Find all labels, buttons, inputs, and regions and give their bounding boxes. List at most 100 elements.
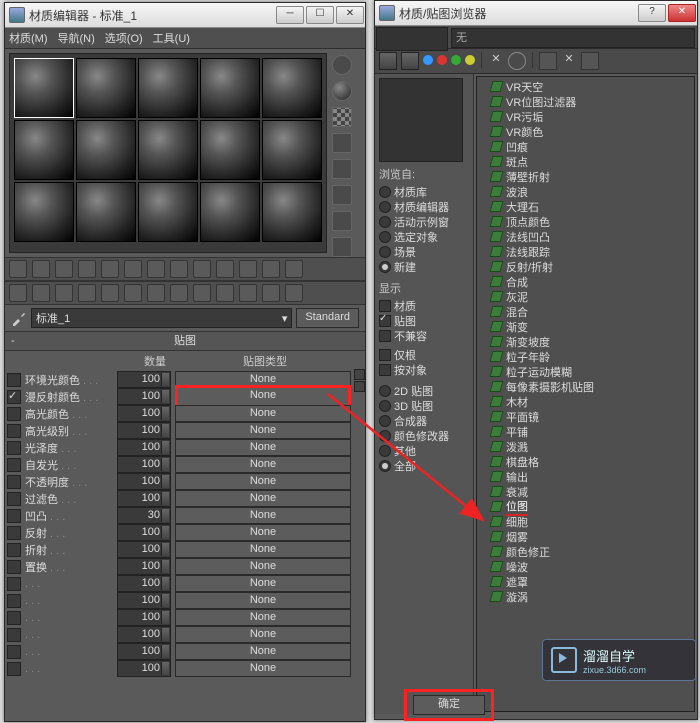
checkbox-option[interactable]: 按对象: [379, 362, 469, 377]
tree-item[interactable]: 大理石: [491, 199, 692, 214]
tool-icon-l[interactable]: [262, 284, 280, 302]
map-checkbox[interactable]: [7, 560, 21, 574]
make-preview-icon[interactable]: [332, 185, 352, 205]
select-by-material-icon[interactable]: [332, 237, 352, 257]
map-amount-spinner[interactable]: 100: [117, 456, 171, 473]
tool-icon-i[interactable]: [193, 284, 211, 302]
map-slot-button[interactable]: None: [175, 626, 351, 643]
sample-slot[interactable]: [138, 182, 198, 242]
radio-option[interactable]: 活动示例窗: [379, 214, 469, 229]
material-id-icon[interactable]: [170, 260, 188, 278]
sample-slot[interactable]: [262, 182, 322, 242]
sample-slot[interactable]: [14, 58, 74, 118]
sample-slot[interactable]: [76, 182, 136, 242]
tree-item[interactable]: 灰泥: [491, 289, 692, 304]
map-amount-spinner[interactable]: 100: [117, 439, 171, 456]
tree-item[interactable]: 渐变: [491, 319, 692, 334]
material-editor-titlebar[interactable]: 材质编辑器 - 标准_1 ─ ☐ ✕: [5, 3, 365, 28]
map-amount-spinner[interactable]: 30: [117, 507, 171, 524]
tool-icon-f[interactable]: [124, 284, 142, 302]
tree-item[interactable]: 漩涡: [491, 589, 692, 604]
map-amount-spinner[interactable]: 100: [117, 371, 171, 388]
checkbox-option[interactable]: 仅根: [379, 347, 469, 362]
browser-titlebar[interactable]: 材质/贴图浏览器 ? ✕: [375, 1, 697, 26]
browser-name-field[interactable]: 无: [451, 28, 695, 48]
close-button[interactable]: ✕: [668, 4, 696, 22]
tree-item[interactable]: 木材: [491, 394, 692, 409]
tool-icon-b[interactable]: [32, 284, 50, 302]
radio-option[interactable]: 合成器: [379, 413, 469, 428]
tree-item[interactable]: 位图: [491, 499, 692, 514]
map-checkbox[interactable]: [7, 594, 21, 608]
checkbox-option[interactable]: 材质: [379, 298, 469, 313]
sample-slot[interactable]: [76, 120, 136, 180]
map-amount-spinner[interactable]: 100: [117, 541, 171, 558]
tool-icon-e[interactable]: [101, 284, 119, 302]
map-tree[interactable]: VR天空VR位图过滤器VR污垢VR颜色凹痕斑点薄壁折射波浪大理石顶点颜色法线凹凸…: [476, 76, 695, 712]
sample-slot[interactable]: [138, 58, 198, 118]
map-checkbox[interactable]: [7, 509, 21, 523]
map-slot-button[interactable]: None: [175, 609, 351, 626]
map-amount-spinner[interactable]: 100: [117, 660, 171, 677]
map-checkbox[interactable]: [7, 645, 21, 659]
tool-icon-h[interactable]: [170, 284, 188, 302]
sample-uv-icon[interactable]: [332, 133, 352, 153]
map-checkbox[interactable]: [7, 543, 21, 557]
menu-material[interactable]: 材质(M): [9, 30, 48, 46]
radio-option[interactable]: 3D 贴图: [379, 398, 469, 413]
tree-item[interactable]: 细胞: [491, 514, 692, 529]
sample-slot[interactable]: [262, 58, 322, 118]
view-list-icon[interactable]: [379, 52, 397, 70]
map-checkbox[interactable]: [7, 492, 21, 506]
map-amount-spinner[interactable]: 100: [117, 626, 171, 643]
map-slot-button[interactable]: None: [175, 456, 351, 473]
copy-icon[interactable]: [101, 260, 119, 278]
tree-item[interactable]: 斑点: [491, 154, 692, 169]
sample-slot[interactable]: [14, 120, 74, 180]
sample-slot[interactable]: [200, 58, 260, 118]
map-slot-button[interactable]: None: [175, 643, 351, 660]
get-material-icon[interactable]: [9, 260, 27, 278]
radio-option[interactable]: 全部: [379, 458, 469, 473]
lock-icon[interactable]: [354, 381, 365, 392]
tree-item[interactable]: 粒子运动模糊: [491, 364, 692, 379]
map-amount-spinner[interactable]: 100: [117, 490, 171, 507]
tree-item[interactable]: 噪波: [491, 559, 692, 574]
tool-icon-m[interactable]: [285, 284, 303, 302]
put-to-scene-icon[interactable]: [32, 260, 50, 278]
map-checkbox[interactable]: [7, 526, 21, 540]
radio-option[interactable]: 选定对象: [379, 229, 469, 244]
tool-x-icon[interactable]: ✕: [488, 52, 504, 68]
tree-item[interactable]: VR污垢: [491, 109, 692, 124]
tree-item[interactable]: VR位图过滤器: [491, 94, 692, 109]
ok-button[interactable]: 确定: [413, 695, 485, 715]
radio-option[interactable]: 材质库: [379, 184, 469, 199]
tree-item[interactable]: 平铺: [491, 424, 692, 439]
map-checkbox[interactable]: [7, 373, 21, 387]
map-slot-button[interactable]: None: [175, 541, 351, 558]
dot-red-icon[interactable]: [437, 55, 447, 65]
map-amount-spinner[interactable]: 100: [117, 473, 171, 490]
sample-type-icon[interactable]: [332, 55, 352, 75]
dot-blue-icon[interactable]: [423, 55, 433, 65]
tree-item[interactable]: 薄壁折射: [491, 169, 692, 184]
tree-item[interactable]: 棋盘格: [491, 454, 692, 469]
menu-tools[interactable]: 工具(U): [153, 30, 190, 46]
sample-slot[interactable]: [262, 120, 322, 180]
map-amount-spinner[interactable]: 100: [117, 422, 171, 439]
radio-option[interactable]: 其他: [379, 443, 469, 458]
tree-item[interactable]: 波浪: [491, 184, 692, 199]
radio-option[interactable]: 材质编辑器: [379, 199, 469, 214]
map-checkbox[interactable]: [7, 628, 21, 642]
show-end-icon[interactable]: [216, 260, 234, 278]
dot-yellow-icon[interactable]: [465, 55, 475, 65]
map-checkbox[interactable]: [7, 475, 21, 489]
map-slot-button[interactable]: None: [175, 507, 351, 524]
tree-item[interactable]: 凹痕: [491, 139, 692, 154]
map-checkbox[interactable]: [7, 441, 21, 455]
menu-options[interactable]: 选项(O): [105, 30, 143, 46]
put-library-icon[interactable]: [147, 260, 165, 278]
tree-item[interactable]: 颜色修正: [491, 544, 692, 559]
map-amount-spinner[interactable]: 100: [117, 609, 171, 626]
tree-item[interactable]: 法线跟踪: [491, 244, 692, 259]
